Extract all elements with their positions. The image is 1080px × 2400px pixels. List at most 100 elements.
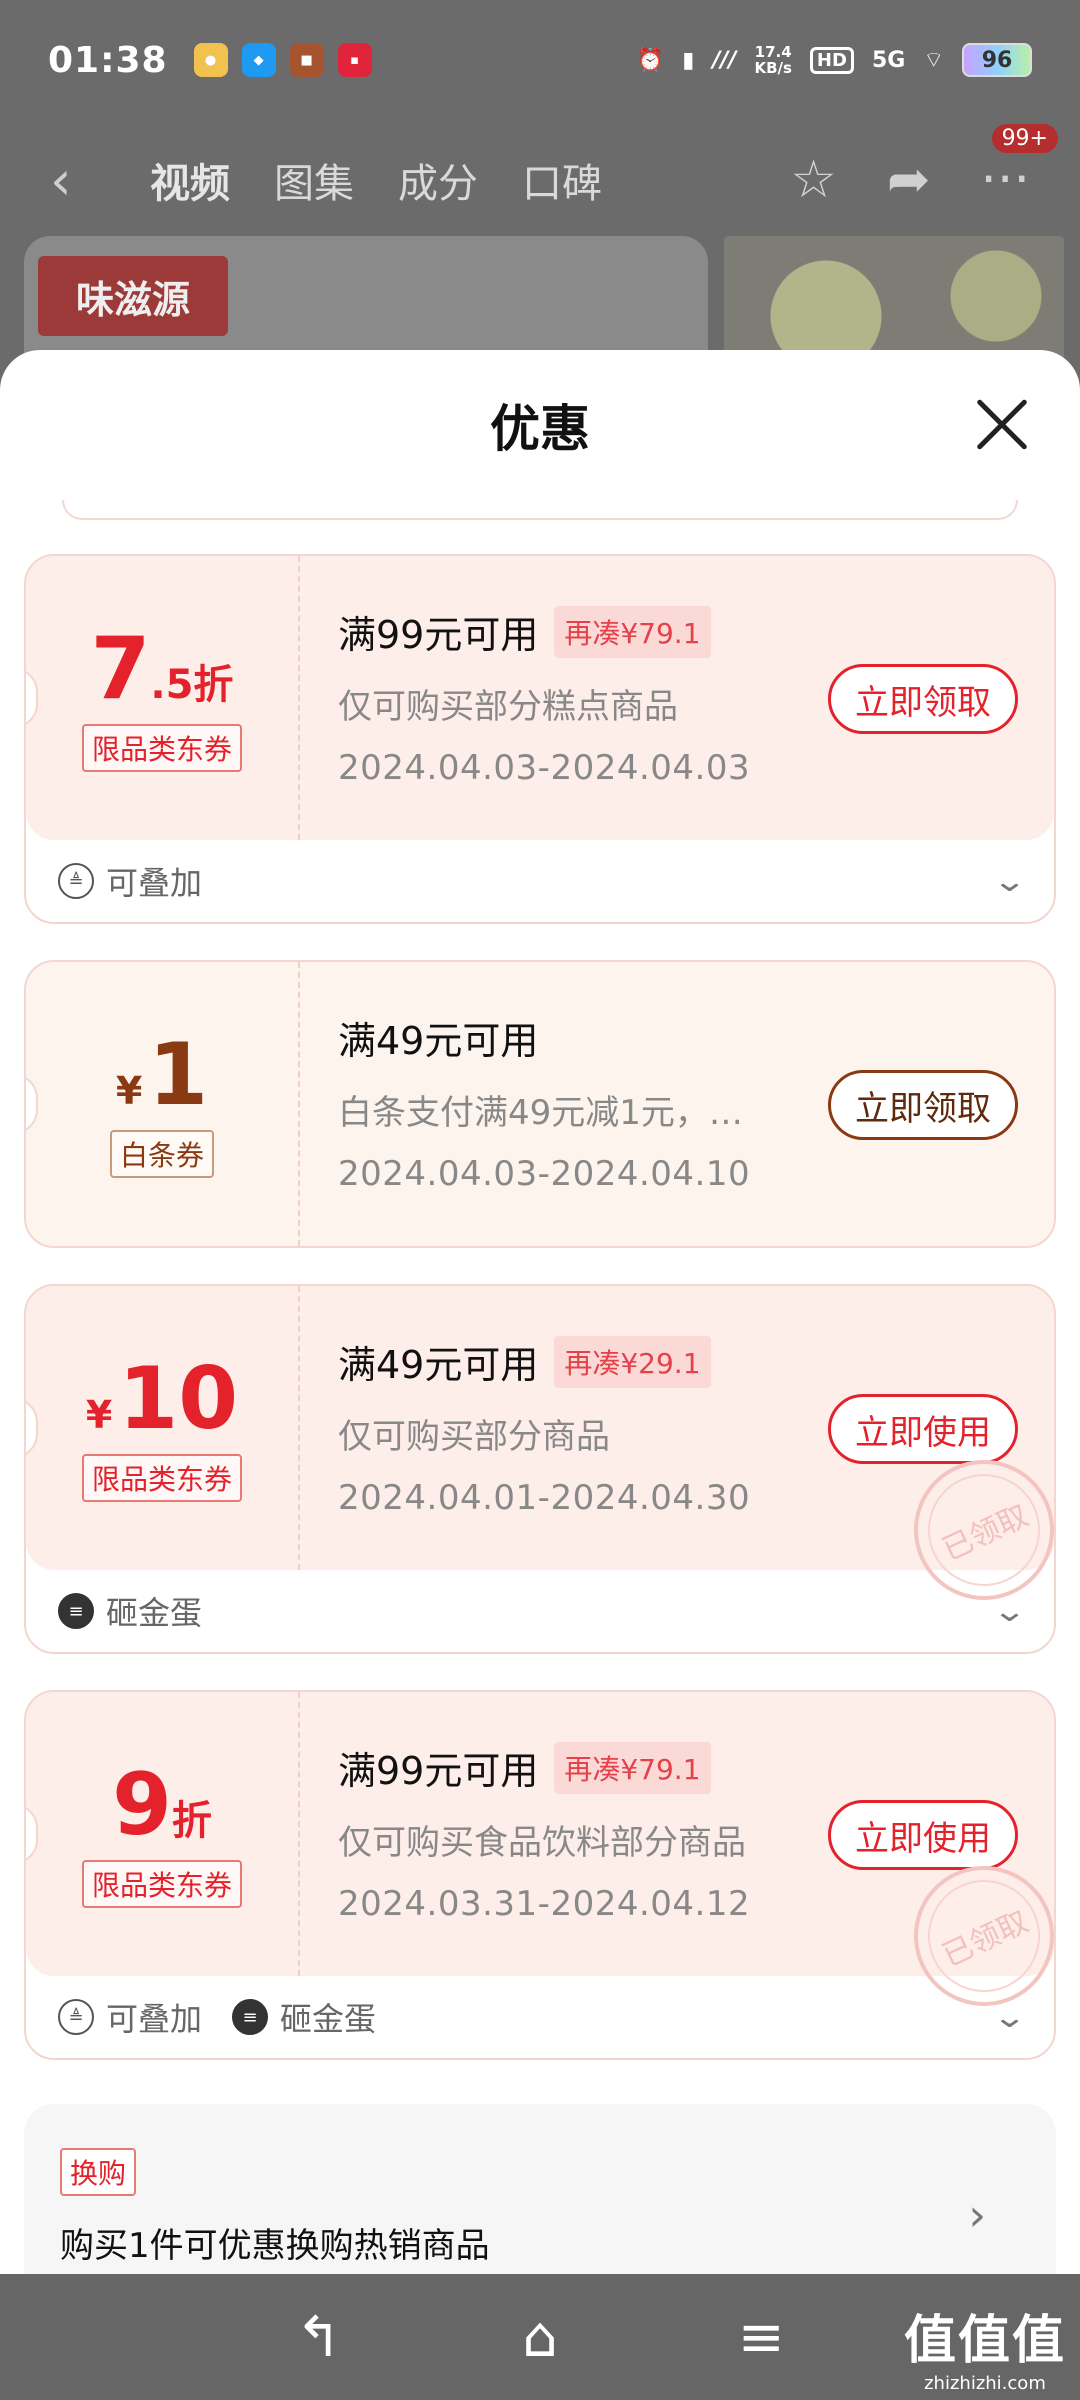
golden-egg-icon: ≡ xyxy=(58,1593,94,1629)
coupon-validity: 2024.04.03-2024.04.03 xyxy=(338,748,751,788)
amount-number: 1 xyxy=(148,1025,209,1125)
claim-button[interactable]: 立即领取 xyxy=(828,1070,1018,1140)
status-time: 01:38 xyxy=(48,39,168,81)
exchange-purchase-card[interactable]: 换购 购买1件可优惠换购热销商品 › xyxy=(24,2104,1056,2274)
battery-indicator: 96 xyxy=(962,43,1032,77)
coupon-description: 仅可购买食品饮料部分商品 xyxy=(338,1823,746,1863)
watermark-url: zhizhizhi.com xyxy=(924,2373,1046,2394)
game-icon: ■ xyxy=(289,43,324,77)
use-button[interactable]: 立即使用 xyxy=(828,1394,1018,1464)
amount-number: 9 xyxy=(112,1755,172,1855)
coupon-card: 9 折 限品类东券 满99元可用 再凑¥79.1 仅可购买食品饮料部分商品 20… xyxy=(24,1690,1056,2060)
remaining-amount-badge: 再凑¥79.1 xyxy=(554,605,711,658)
coupon-value-area: 7 .5折 限品类东券 xyxy=(26,556,300,840)
stackable-icon: ≜ xyxy=(58,863,94,899)
close-icon[interactable] xyxy=(974,396,1030,452)
sheet-title: 优惠 xyxy=(490,400,590,458)
coupon-amount: 9 折 xyxy=(112,1760,212,1850)
coupon-description: 仅可购买部分糕点商品 xyxy=(338,687,678,727)
golden-egg-icon: ≡ xyxy=(232,1999,269,2035)
coupon-card: 7 .5折 限品类东券 满99元可用 再凑¥79.1 仅可购买部分糕点商品 20… xyxy=(24,554,1056,924)
favorite-star-icon[interactable]: ☆ xyxy=(790,150,837,210)
coupon-amount: ¥ 10 xyxy=(86,1354,238,1444)
site-watermark: 值值值 zhizhizhi.com xyxy=(904,2298,1066,2394)
feature-label: 可叠加 xyxy=(106,864,203,902)
qq-icon: ◆ xyxy=(241,43,276,77)
coupon-validity: 2024.04.03-2024.04.10 xyxy=(338,1154,751,1194)
more-icon[interactable]: ··· xyxy=(980,150,1030,210)
tab-video[interactable]: 视频 xyxy=(150,151,230,209)
coupon-list: 7 .5折 限品类东券 满99元可用 再凑¥79.1 仅可购买部分糕点商品 20… xyxy=(24,554,1056,2096)
amount-number: 7 xyxy=(90,619,151,719)
tab-reviews[interactable]: 口碑 xyxy=(522,151,602,209)
exchange-description: 购买1件可优惠换购热销商品 xyxy=(60,2226,490,2266)
tab-ingredients[interactable]: 成分 xyxy=(398,151,478,209)
chevron-down-icon[interactable]: ⌄ xyxy=(992,1594,1027,1629)
coupon-condition: 满99元可用 xyxy=(338,1749,539,1793)
back-icon[interactable]: ‹ xyxy=(50,149,110,212)
coupon-type-tag: 限品类东券 xyxy=(81,1860,242,1908)
feature-stackable: ≜ 可叠加 xyxy=(58,1994,202,2040)
vibrate-icon: ▮ xyxy=(682,47,695,73)
nav-tabs: 视频 图集 成分 口碑 xyxy=(150,151,602,209)
feature-label: 砸金蛋 xyxy=(280,2000,377,2038)
coupon-type-tag: 白条券 xyxy=(109,1130,214,1178)
coupon-type-tag: 限品类东券 xyxy=(81,724,242,772)
coupon-card: ¥ 1 白条券 满49元可用 白条支付满49元减1元，… 2024.04.03-… xyxy=(24,960,1056,1248)
share-icon[interactable]: ➦ xyxy=(887,150,931,210)
coupon-footer[interactable]: ≜ 可叠加 ≡ 砸金蛋 ⌄ xyxy=(26,1976,1054,2058)
wifi-icon: ⌔ xyxy=(923,48,944,73)
coupon-condition: 满49元可用 xyxy=(338,1019,539,1063)
brand-logo: 味滋源 xyxy=(38,256,228,336)
coupon-amount: 7 .5折 xyxy=(91,624,234,714)
chevron-down-icon[interactable]: ⌄ xyxy=(992,2000,1027,2035)
currency-symbol: ¥ xyxy=(115,1069,143,1113)
app-notification-icon: ● xyxy=(193,43,228,77)
hd-icon: HD xyxy=(809,46,854,74)
coupon-condition: 满99元可用 xyxy=(338,613,539,657)
remaining-amount-badge: 再凑¥79.1 xyxy=(554,1741,711,1794)
sheet-header: 优惠 xyxy=(0,350,1080,500)
coupon-body: 7 .5折 限品类东券 满99元可用 再凑¥79.1 仅可购买部分糕点商品 20… xyxy=(26,556,1054,840)
stackable-icon: ≜ xyxy=(58,1999,94,2035)
coupon-value-area: ¥ 1 白条券 xyxy=(26,962,300,1246)
exchange-tag: 换购 xyxy=(60,2148,137,2196)
feature-golden-egg: ≡ 砸金蛋 xyxy=(232,1994,376,2040)
notification-icons: ● ◆ ■ ▪ xyxy=(193,43,372,77)
coupon-footer[interactable]: ≜ 可叠加 ⌄ xyxy=(26,840,1054,922)
signal-brand-icon: /// xyxy=(712,47,737,73)
use-button[interactable]: 立即使用 xyxy=(828,1800,1018,1870)
status-bar: 01:38 ● ◆ ■ ▪ ⏰ ▮ /// 17.4 KB/s HD 5G ⌔ … xyxy=(0,0,1080,120)
amount-unit: .5折 xyxy=(150,662,234,708)
coupon-card: ¥ 10 限品类东券 满49元可用 再凑¥29.1 仅可购买部分商品 2024.… xyxy=(24,1284,1056,1654)
feature-stackable: ≜ 可叠加 xyxy=(58,858,202,904)
feature-label: 砸金蛋 xyxy=(106,1594,203,1632)
feature-label: 可叠加 xyxy=(106,2000,203,2038)
amount-unit: 折 xyxy=(171,1798,212,1844)
coupon-footer[interactable]: ≡ 砸金蛋 ⌄ xyxy=(26,1570,1054,1652)
home-nav-icon[interactable]: ⌂ xyxy=(522,2305,558,2370)
system-nav-bar: ↰ ⌂ ≡ 值值值 zhizhizhi.com xyxy=(0,2274,1080,2400)
menu-nav-icon[interactable]: ≡ xyxy=(738,2305,785,2370)
back-nav-icon[interactable]: ↰ xyxy=(295,2305,342,2370)
coupon-body: 9 折 限品类东券 满99元可用 再凑¥79.1 仅可购买食品饮料部分商品 20… xyxy=(26,1692,1054,2030)
alarm-icon: ⏰ xyxy=(636,47,665,73)
network-type: 5G xyxy=(871,47,906,73)
chevron-down-icon[interactable]: ⌄ xyxy=(992,864,1027,899)
coupon-type-tag: 限品类东券 xyxy=(81,1454,242,1502)
coupon-body: ¥ 10 限品类东券 满49元可用 再凑¥29.1 仅可购买部分商品 2024.… xyxy=(26,1286,1054,1624)
xiaohongshu-icon: ▪ xyxy=(337,43,372,77)
claim-button[interactable]: 立即领取 xyxy=(828,664,1018,734)
coupon-amount: ¥ 1 xyxy=(116,1030,208,1120)
coupon-body: ¥ 1 白条券 满49元可用 白条支付满49元减1元，… 2024.04.03-… xyxy=(26,962,1054,1246)
network-speed: 17.4 KB/s xyxy=(754,44,791,76)
product-top-nav: ‹ 视频 图集 成分 口碑 ☆ ➦ ··· 99+ xyxy=(0,124,1080,230)
coupon-value-area: ¥ 10 限品类东券 xyxy=(26,1286,300,1570)
previous-card-edge xyxy=(62,500,1018,520)
nav-actions: ☆ ➦ ··· 99+ xyxy=(790,124,1058,210)
status-indicators: ⏰ ▮ /// 17.4 KB/s HD 5G ⌔ 96 xyxy=(637,43,1032,77)
chevron-right-icon: › xyxy=(968,2190,986,2241)
discount-sheet: 优惠 7 .5折 限品类东券 满99元可用 再凑¥79.1 仅可购买部分糕点商品… xyxy=(0,350,1080,2274)
tab-gallery[interactable]: 图集 xyxy=(274,151,354,209)
coupon-value-area: 9 折 限品类东券 xyxy=(26,1692,300,1976)
